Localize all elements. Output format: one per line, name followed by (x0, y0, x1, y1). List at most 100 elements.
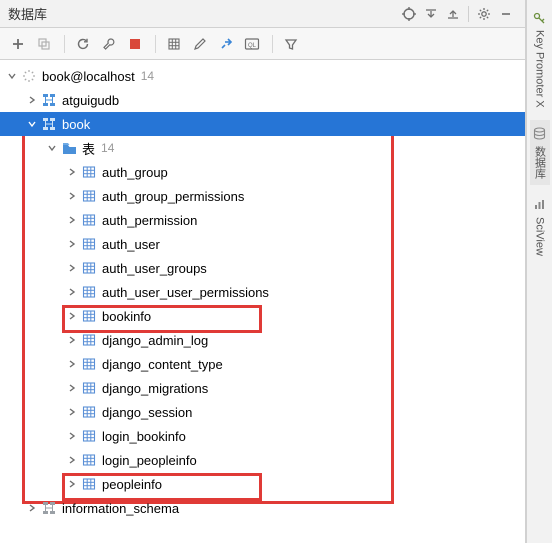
side-tab-sciview[interactable]: SciView (530, 191, 550, 262)
tree-db-atguigudb[interactable]: atguigudb (0, 88, 525, 112)
folder-label: 表 (82, 139, 95, 158)
schema-icon (40, 499, 58, 517)
collapse-all-icon[interactable] (442, 3, 464, 25)
chevron-right-icon[interactable] (64, 284, 80, 300)
db-tree[interactable]: book@localhost 14 atguigudb book (0, 60, 525, 543)
grid-icon[interactable] (162, 32, 186, 56)
chevron-right-icon[interactable] (64, 308, 80, 324)
folder-count: 14 (101, 141, 114, 155)
side-tab-label: Key Promoter X (534, 30, 546, 108)
chevron-right-icon[interactable] (64, 188, 80, 204)
tree-table-row[interactable]: bookinfo (0, 304, 525, 328)
tree-table-row[interactable]: auth_permission (0, 208, 525, 232)
table-label: auth_user (102, 237, 160, 252)
table-label: django_session (102, 405, 192, 420)
chevron-right-icon[interactable] (64, 404, 80, 420)
chevron-right-icon[interactable] (64, 332, 80, 348)
tree-db-book[interactable]: book (0, 112, 525, 136)
copy-icon[interactable] (32, 32, 56, 56)
chevron-right-icon[interactable] (24, 92, 40, 108)
table-icon (80, 259, 98, 277)
table-label: peopleinfo (102, 477, 162, 492)
table-icon (80, 211, 98, 229)
refresh-icon[interactable] (71, 32, 95, 56)
database-icon (532, 126, 548, 142)
schema-icon (40, 91, 58, 109)
side-tab-keypromoter[interactable]: Key Promoter X (530, 4, 550, 114)
chevron-right-icon[interactable] (64, 428, 80, 444)
table-label: login_peopleinfo (102, 453, 197, 468)
add-icon[interactable] (6, 32, 30, 56)
chevron-down-icon[interactable] (44, 140, 60, 156)
table-icon (80, 163, 98, 181)
chevron-right-icon[interactable] (24, 500, 40, 516)
schema-icon (40, 115, 58, 133)
tree-tables-folder[interactable]: 表 14 (0, 136, 525, 160)
tree-root[interactable]: book@localhost 14 (0, 64, 525, 88)
tree-table-row[interactable]: django_migrations (0, 376, 525, 400)
chevron-right-icon[interactable] (64, 452, 80, 468)
table-label: django_admin_log (102, 333, 208, 348)
chevron-right-icon[interactable] (64, 236, 80, 252)
tree-table-row[interactable]: auth_group (0, 160, 525, 184)
chevron-right-icon[interactable] (64, 380, 80, 396)
tree-table-row[interactable]: login_bookinfo (0, 424, 525, 448)
minimize-icon[interactable] (495, 3, 517, 25)
tree-table-row[interactable]: django_admin_log (0, 328, 525, 352)
edit-icon[interactable] (188, 32, 212, 56)
tree-table-row[interactable]: peopleinfo (0, 472, 525, 496)
table-label: auth_group (102, 165, 168, 180)
tree-root-label: book@localhost (42, 69, 135, 84)
svg-text:QL: QL (248, 43, 257, 49)
table-icon (80, 427, 98, 445)
tree-table-row[interactable]: django_session (0, 400, 525, 424)
db-label: information_schema (62, 501, 179, 516)
table-icon (80, 187, 98, 205)
table-label: login_bookinfo (102, 429, 186, 444)
table-icon (80, 355, 98, 373)
toolbar: QL (0, 28, 525, 60)
tree-table-row[interactable]: auth_user_groups (0, 256, 525, 280)
settings-icon[interactable] (473, 3, 495, 25)
table-icon (80, 235, 98, 253)
chevron-right-icon[interactable] (64, 164, 80, 180)
table-icon (80, 307, 98, 325)
filter-icon[interactable] (279, 32, 303, 56)
jump-icon[interactable] (214, 32, 238, 56)
tree-table-row[interactable]: auth_group_permissions (0, 184, 525, 208)
table-label: auth_permission (102, 213, 197, 228)
chevron-right-icon[interactable] (64, 476, 80, 492)
chevron-down-icon[interactable] (24, 116, 40, 132)
tree-table-row[interactable]: auth_user (0, 232, 525, 256)
chevron-down-icon[interactable] (4, 68, 20, 84)
stop-icon[interactable] (123, 32, 147, 56)
sql-icon[interactable]: QL (240, 32, 264, 56)
side-tab-label: 数据库 (532, 146, 548, 179)
chevron-right-icon[interactable] (64, 356, 80, 372)
table-label: django_migrations (102, 381, 208, 396)
tree-table-row[interactable]: django_content_type (0, 352, 525, 376)
tree-table-row[interactable]: auth_user_user_permissions (0, 280, 525, 304)
wrench-icon[interactable] (97, 32, 121, 56)
tree-table-row[interactable]: login_peopleinfo (0, 448, 525, 472)
table-label: auth_user_user_permissions (102, 285, 269, 300)
tree-db-information-schema[interactable]: information_schema (0, 496, 525, 520)
separator (272, 35, 273, 53)
key-icon (532, 10, 548, 26)
db-label: atguigudb (62, 93, 119, 108)
chevron-right-icon[interactable] (64, 260, 80, 276)
target-icon[interactable] (398, 3, 420, 25)
side-tab-database[interactable]: 数据库 (530, 120, 550, 185)
chevron-right-icon[interactable] (64, 212, 80, 228)
table-label: bookinfo (102, 309, 151, 324)
separator (468, 6, 469, 22)
side-toolstrip: Key Promoter X 数据库 SciView (526, 0, 552, 543)
tree-root-count: 14 (141, 69, 154, 83)
table-icon (80, 379, 98, 397)
table-label: auth_user_groups (102, 261, 207, 276)
db-label: book (62, 117, 90, 132)
table-icon (80, 475, 98, 493)
table-label: django_content_type (102, 357, 223, 372)
expand-all-icon[interactable] (420, 3, 442, 25)
side-tab-label: SciView (534, 217, 546, 256)
